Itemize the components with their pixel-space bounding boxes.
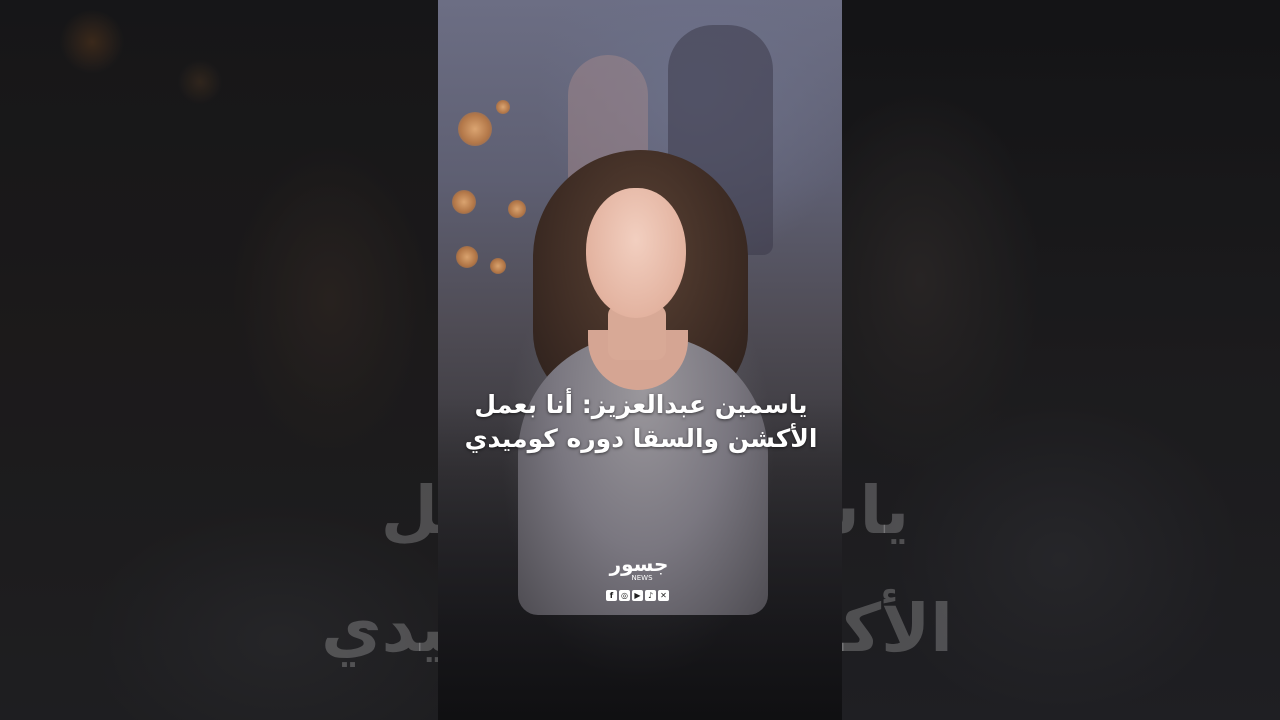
tiktok-icon: ♪	[645, 590, 656, 601]
brand-logo: جسور NEWS f ◎ ▶ ♪ ✕	[602, 553, 682, 601]
logo-subtitle: NEWS	[631, 574, 653, 582]
headline-line1: ياسمين عبدالعزيز: أنا بعمل	[474, 390, 808, 419]
youtube-icon: ▶	[632, 590, 643, 601]
bokeh-light	[452, 190, 476, 214]
facebook-icon: f	[606, 590, 617, 601]
portrait-face	[586, 188, 686, 318]
social-icons: f ◎ ▶ ♪ ✕	[606, 590, 669, 601]
x-icon: ✕	[658, 590, 669, 601]
bokeh-light	[458, 112, 492, 146]
bokeh-light	[496, 100, 510, 114]
headline: ياسمين عبدالعزيز: أنا بعمل الأكشن والسقا…	[458, 388, 824, 456]
headline-line2: الأكشن والسقا دوره كوميدي	[464, 424, 818, 453]
bokeh-light	[456, 246, 478, 268]
logo-wordmark: جسور	[609, 552, 669, 576]
video-frame[interactable]: ياسمين عبدالعزيز: أنا بعمل الأكشن والسقا…	[438, 0, 842, 720]
bokeh-light	[490, 258, 506, 274]
instagram-icon: ◎	[619, 590, 630, 601]
bokeh-light	[508, 200, 526, 218]
